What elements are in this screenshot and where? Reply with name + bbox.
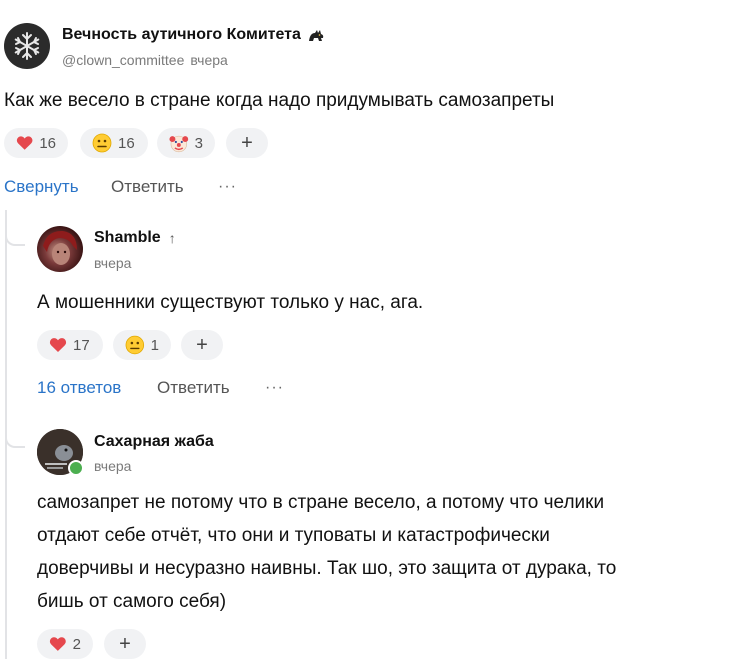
comment-text: самозапрет не потому что в стране весело… (37, 486, 616, 618)
comment-time: вчера (94, 255, 132, 271)
post-time: вчера (190, 52, 228, 68)
reaction-count: 3 (194, 134, 203, 152)
heart-icon (49, 637, 66, 651)
post-author-row: Вечность аутичного Комитета (62, 26, 325, 44)
comment-text-line: отдают себе отчёт, что они и туповаты и … (37, 525, 550, 546)
thread-branch (5, 428, 25, 448)
arrow-up-icon: ↑ (168, 230, 176, 246)
more-options-button[interactable]: ··· (265, 379, 284, 397)
comment-text-line: бишь от самого себя) (37, 591, 227, 612)
comment-avatar[interactable] (37, 226, 83, 272)
reaction-neutral-face[interactable]: 1 (113, 330, 171, 360)
add-reaction-button[interactable]: + (181, 330, 223, 360)
cat-emoji-icon (308, 30, 324, 41)
reaction-heart[interactable]: 16 (4, 128, 68, 158)
heart-icon (49, 338, 67, 352)
reaction-count: 1 (150, 336, 159, 354)
clown-icon (169, 135, 189, 153)
comment-text-line: доверчивы и несуразно наивны. Так шо, эт… (37, 558, 617, 579)
comment-author-name[interactable]: Сахарная жаба (94, 433, 214, 451)
thread-branch (5, 226, 25, 246)
comment-author-row: Shamble ↑ (94, 229, 176, 247)
comment-author-name[interactable]: Shamble (94, 229, 161, 247)
neutral-face-icon (92, 133, 112, 153)
reaction-neutral-face[interactable]: 16 (80, 128, 148, 158)
neutral-face-icon (125, 335, 145, 355)
post-author-name[interactable]: Вечность аутичного Комитета (62, 26, 301, 44)
reaction-clown[interactable]: 3 (157, 128, 215, 158)
reaction-count: 2 (72, 635, 81, 653)
add-reaction-button[interactable]: + (104, 629, 146, 659)
post-author-handle[interactable]: @clown_committee (62, 52, 184, 68)
show-replies-button[interactable]: 16 ответов (37, 378, 121, 398)
reaction-count: 16 (118, 134, 135, 152)
reaction-count: 16 (39, 134, 56, 152)
comment-text-line: самозапрет не потому что в стране весело… (37, 492, 605, 513)
post-author-avatar[interactable] (4, 23, 50, 69)
comment-time: вчера (94, 458, 132, 474)
reply-button[interactable]: Ответить (111, 177, 184, 197)
more-options-button[interactable]: ··· (218, 178, 237, 196)
collapse-button[interactable]: Свернуть (4, 177, 79, 197)
online-status-badge (68, 460, 84, 476)
comment-text: А мошенники существуют только у нас, ага… (37, 292, 424, 313)
reaction-heart[interactable]: 2 (37, 629, 93, 659)
post-text: Как же весело в стране когда надо придум… (4, 90, 555, 111)
post-meta: @clown_committee вчера (62, 52, 228, 68)
heart-icon (16, 136, 33, 150)
reaction-heart[interactable]: 17 (37, 330, 103, 360)
snowflake-icon (14, 32, 40, 60)
reply-button[interactable]: Ответить (157, 378, 230, 398)
avatar-portrait-icon (43, 230, 77, 265)
reaction-count: 17 (73, 336, 90, 354)
add-reaction-button[interactable]: + (226, 128, 268, 158)
